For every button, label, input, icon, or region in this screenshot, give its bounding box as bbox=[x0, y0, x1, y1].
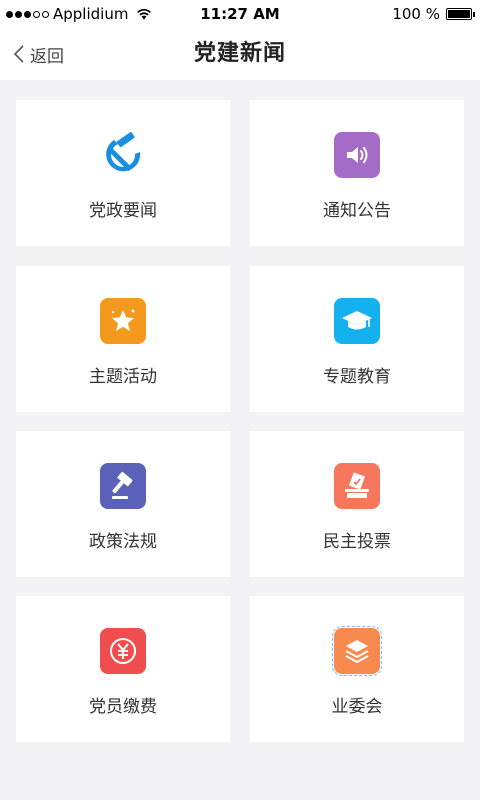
speaker-icon bbox=[334, 132, 380, 178]
gavel-icon bbox=[100, 463, 146, 509]
tile-special-education[interactable]: 专题教育 bbox=[250, 266, 464, 412]
navigation-bar: 返回 党建新闻 bbox=[0, 28, 480, 80]
status-right: 100 % bbox=[392, 0, 475, 28]
tile-label: 党员缴费 bbox=[89, 697, 157, 717]
battery-icon bbox=[446, 8, 475, 20]
tile-label: 业委会 bbox=[331, 697, 383, 717]
graduation-cap-icon bbox=[334, 298, 380, 344]
layers-icon bbox=[332, 626, 382, 676]
tile-party-news[interactable]: 党政要闻 bbox=[16, 100, 230, 246]
tile-label: 民主投票 bbox=[323, 532, 391, 552]
tile-label: 专题教育 bbox=[323, 367, 391, 387]
tile-democratic-voting[interactable]: 民主投票 bbox=[250, 431, 464, 577]
ballot-box-icon bbox=[334, 463, 380, 509]
star-icon bbox=[100, 298, 146, 344]
tile-owners-committee[interactable]: 业委会 bbox=[250, 596, 464, 742]
tile-label: 党政要闻 bbox=[89, 201, 157, 221]
tile-notices[interactable]: 通知公告 bbox=[250, 100, 464, 246]
battery-percent: 100 % bbox=[392, 5, 440, 23]
tile-label: 通知公告 bbox=[323, 201, 391, 221]
tile-theme-activities[interactable]: 主题活动 bbox=[16, 266, 230, 412]
page-title: 党建新闻 bbox=[193, 41, 286, 66]
hammer-sickle-icon bbox=[100, 132, 146, 178]
tile-policies-regulations[interactable]: 政策法规 bbox=[16, 431, 230, 577]
tile-label: 政策法规 bbox=[89, 532, 157, 552]
battery-level-fill bbox=[448, 10, 470, 18]
tile-party-dues[interactable]: 党员缴费 bbox=[16, 596, 230, 742]
yuan-icon bbox=[100, 628, 146, 674]
status-bar: Applidium 11:27 AM 100 % bbox=[0, 0, 480, 28]
tile-label: 主题活动 bbox=[89, 367, 157, 387]
